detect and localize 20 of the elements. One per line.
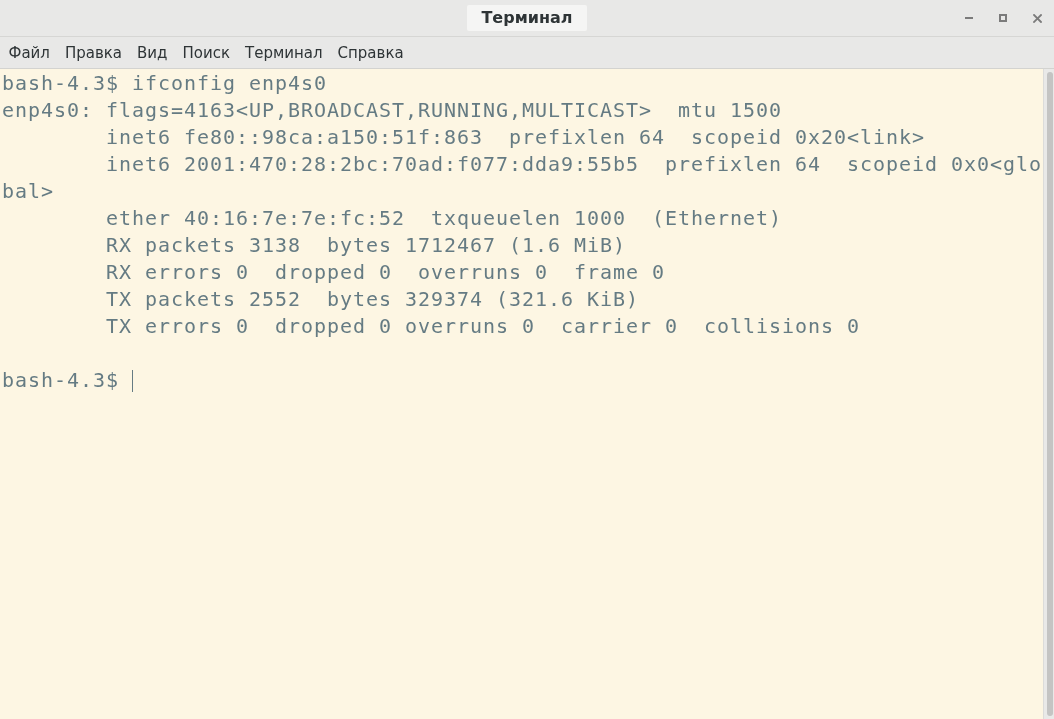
- output-line: TX packets 2552 bytes 329374 (321.6 KiB): [105, 286, 640, 313]
- close-icon: [1032, 13, 1042, 23]
- output-line: TX errors 0 dropped 0 overruns 0 carrier 0 collisions 0: [105, 313, 861, 340]
- minimize-icon: [965, 17, 973, 19]
- menu-item[interactable]: Терминал: [237, 39, 331, 66]
- output-line: RX errors 0 dropped 0 overruns 0 frame 0: [105, 259, 666, 286]
- maximize-icon: [999, 14, 1007, 22]
- output-line: ether 40:16:7e:7e:fc:52 txqueuelen 1000 (Ethernet): [105, 205, 783, 232]
- menu-item[interactable]: Правка: [57, 39, 130, 66]
- command-text: ifconfig enp4s0: [132, 70, 328, 97]
- prompt-text: bash-4.3$: [2, 70, 119, 97]
- menu-item[interactable]: Поиск: [174, 39, 238, 66]
- output-line: inet6 fe80::98ca:a150:51f:863 prefixlen 64 scopeid 0x20<link>: [105, 124, 926, 151]
- prompt-text: bash-4.3$: [2, 367, 119, 394]
- output-line: enp4s0: flags=4163<UP,BROADCAST,RUNNING,MULTICAST> mtu 1500: [2, 97, 783, 124]
- menu-item[interactable]: Файл: [1, 39, 58, 66]
- menu-item[interactable]: Вид: [129, 39, 175, 66]
- output-line: RX packets 3138 bytes 1712467 (1.6 MiB): [105, 232, 627, 259]
- window-title: Терминал: [467, 5, 587, 31]
- menu-item[interactable]: Справка: [330, 39, 412, 66]
